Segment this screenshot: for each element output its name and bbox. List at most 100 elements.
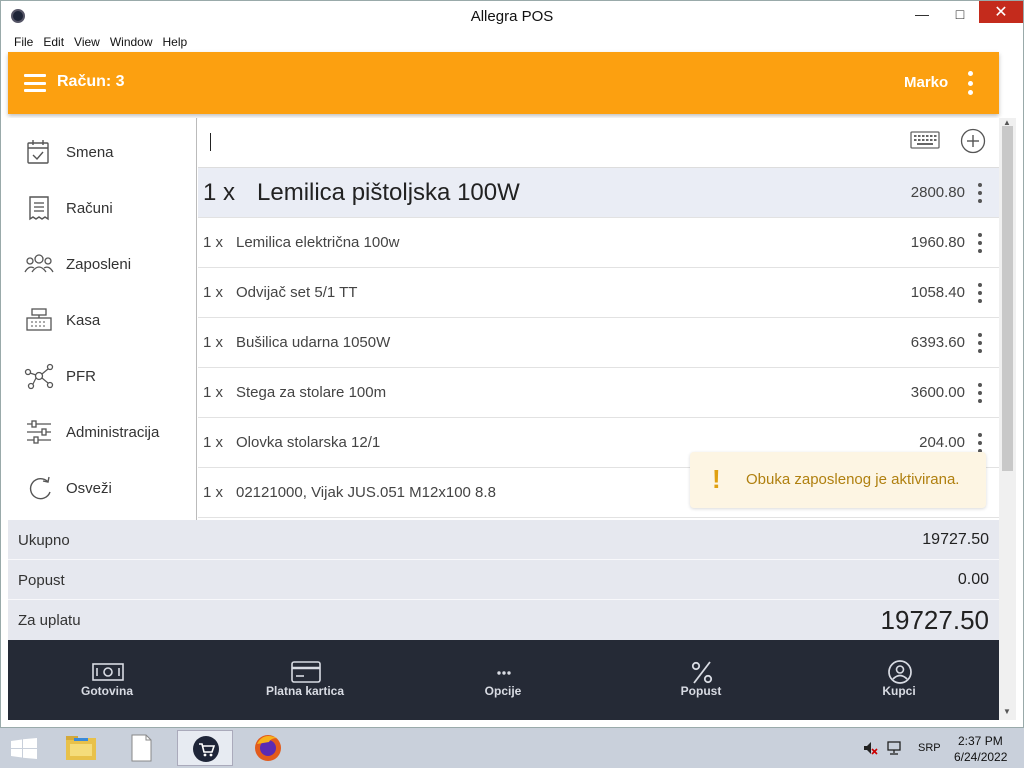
sidebar-item-label: Osveži: [66, 479, 112, 497]
sidebar: Smena Računi Zaposleni Kasa PFR Administ…: [8, 118, 197, 520]
card-label: Platna kartica: [265, 684, 345, 698]
line-menu-icon[interactable]: [977, 433, 983, 453]
title-bar[interactable]: Allegra POS — □ ✕: [1, 1, 1023, 31]
receipt-icon: [29, 196, 49, 221]
cash-register-icon: [26, 308, 52, 331]
volume-muted-icon[interactable]: [862, 740, 878, 756]
scrollbar-thumb[interactable]: [1002, 126, 1013, 471]
sidebar-item-label: Smena: [66, 143, 114, 161]
allegra-pos-taskbar-icon[interactable]: [177, 730, 233, 766]
menu-file[interactable]: File: [9, 32, 38, 52]
windows-start-icon[interactable]: [10, 738, 38, 760]
network-icon[interactable]: [886, 740, 904, 756]
banknote-icon: [92, 663, 124, 681]
line-qty: 1 x: [203, 234, 224, 251]
options-button[interactable]: Opcije: [404, 640, 602, 720]
file-explorer-icon[interactable]: [58, 730, 104, 766]
sidebar-item-smena[interactable]: Smena: [8, 124, 197, 180]
credit-card-icon: [291, 661, 321, 683]
window-title: Allegra POS: [470, 8, 554, 25]
total-label: Ukupno: [18, 532, 70, 549]
user-name[interactable]: Marko: [904, 74, 948, 91]
sidebar-item-kasa[interactable]: Kasa: [8, 292, 197, 348]
document-icon[interactable]: [118, 730, 164, 766]
line-price: 1058.40: [910, 284, 965, 301]
line-menu-icon[interactable]: [977, 233, 983, 253]
customers-label: Kupci: [882, 684, 916, 698]
more-horizontal-icon: [497, 671, 511, 675]
sidebar-item-label: Administracija: [66, 423, 160, 441]
line-qty: 1 x: [203, 384, 224, 401]
sidebar-item-osvezi[interactable]: Osveži: [8, 460, 197, 516]
sidebar-item-label: Kasa: [66, 311, 101, 329]
line-price: 6393.60: [910, 334, 965, 351]
order-line-selected[interactable]: 1 x Lemilica pištoljska 100W 2800.80: [198, 168, 999, 218]
sidebar-item-administracija[interactable]: Administracija: [8, 404, 197, 460]
calendar-check-icon: [27, 140, 49, 164]
order-line[interactable]: 1 x Stega za stolare 100m 3600.00: [198, 368, 999, 418]
discount-label: Popust: [680, 684, 722, 698]
line-qty: 1 x: [203, 334, 224, 351]
customers-button[interactable]: Kupci: [800, 640, 998, 720]
line-menu-icon[interactable]: [977, 333, 983, 353]
line-menu-icon[interactable]: [977, 183, 983, 203]
sliders-icon: [27, 420, 51, 444]
firefox-icon[interactable]: [245, 730, 291, 766]
line-name: Lemilica električna 100w: [236, 234, 400, 251]
refresh-icon: [29, 476, 51, 500]
line-name: Stega za stolare 100m: [236, 384, 387, 401]
line-price: 2800.80: [910, 184, 965, 201]
discount-button[interactable]: Popust: [602, 640, 800, 720]
line-name: Bušilica udarna 1050W: [236, 334, 391, 351]
sidebar-item-label: Zaposleni: [66, 255, 132, 273]
sidebar-item-label: PFR: [66, 367, 96, 385]
close-button[interactable]: ✕: [979, 1, 1023, 23]
cash-button[interactable]: Gotovina: [8, 640, 206, 720]
sidebar-item-zaposleni[interactable]: Zaposleni: [8, 236, 197, 292]
line-menu-icon[interactable]: [977, 383, 983, 403]
percent-icon: [691, 661, 713, 684]
line-menu-icon[interactable]: [977, 283, 983, 303]
line-price: 1960.80: [910, 234, 965, 251]
order-line[interactable]: 1 x Lemilica električna 100w 1960.80: [198, 218, 999, 268]
order-line[interactable]: 1 x Bušilica udarna 1050W 6393.60: [198, 318, 999, 368]
warning-icon: !: [712, 464, 721, 494]
line-qty: 1 x: [203, 179, 236, 206]
menu-bar: File Edit View Window Help: [1, 32, 192, 52]
minimize-button[interactable]: —: [905, 1, 939, 27]
line-name: Odvijač set 5/1 TT: [236, 284, 358, 301]
add-circle-icon[interactable]: [960, 128, 986, 154]
total-value: 19727.50: [922, 531, 989, 548]
line-name: Olovka stolarska 12/1: [236, 434, 381, 451]
menu-help[interactable]: Help: [158, 32, 193, 52]
order-line[interactable]: 1 x Odvijač set 5/1 TT 1058.40: [198, 268, 999, 318]
sidebar-item-racuni[interactable]: Računi: [8, 180, 197, 236]
vertical-scrollbar[interactable]: ▲ ▼: [999, 118, 1016, 720]
keyboard-icon[interactable]: [910, 130, 940, 150]
language-indicator[interactable]: SRP: [918, 742, 941, 754]
scroll-down-icon[interactable]: ▼: [1003, 707, 1011, 716]
line-name: 02121000, Vijak JUS.051 M12x100 8.8: [236, 484, 496, 501]
receipt-title: Račun: 3: [57, 73, 125, 90]
line-price: 204.00: [919, 434, 965, 451]
clock-time[interactable]: 2:37 PM: [958, 734, 1003, 748]
line-price: 3600.00: [910, 384, 965, 401]
options-label: Opcije: [484, 684, 522, 698]
discount-value: 0.00: [957, 571, 989, 588]
menu-window[interactable]: Window: [105, 32, 158, 52]
windows-taskbar: SRP 2:37 PM 6/24/2022: [0, 728, 1024, 768]
clock-date[interactable]: 6/24/2022: [954, 750, 1007, 764]
overflow-menu-icon[interactable]: [966, 71, 974, 95]
line-qty: 1 x: [203, 284, 224, 301]
cash-label: Gotovina: [80, 684, 133, 698]
menu-edit[interactable]: Edit: [38, 32, 69, 52]
line-qty: 1 x: [203, 484, 224, 501]
menu-view[interactable]: View: [69, 32, 105, 52]
search-input[interactable]: [198, 118, 999, 168]
card-button[interactable]: Platna kartica: [206, 640, 404, 720]
app-header: Račun: 3 Marko: [8, 52, 999, 114]
people-icon: [24, 254, 54, 273]
hamburger-menu-icon[interactable]: [24, 74, 46, 92]
maximize-button[interactable]: □: [943, 1, 977, 27]
sidebar-item-pfr[interactable]: PFR: [8, 348, 197, 404]
